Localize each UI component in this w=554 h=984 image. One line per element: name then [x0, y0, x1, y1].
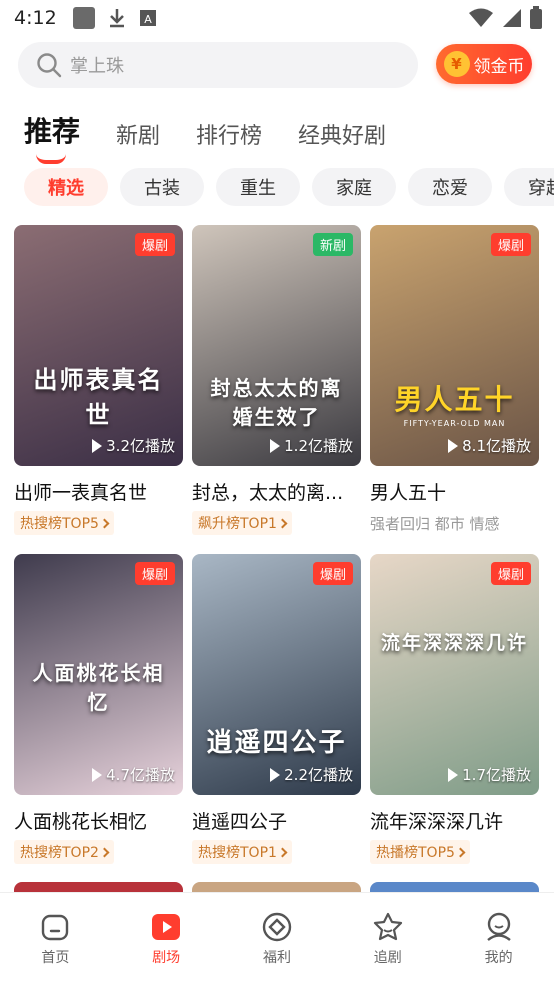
rank-tag[interactable]: 热搜榜TOP5 — [14, 511, 114, 535]
hot-badge: 爆剧 — [490, 562, 531, 585]
poster-title: 出师表真名世 — [33, 366, 164, 429]
tab-recommend[interactable]: 推荐 — [24, 110, 80, 164]
nav-follow[interactable]: 追剧 — [343, 911, 433, 967]
poster-image[interactable]: 人面桃花长相忆 爆剧 4.7亿播放 — [14, 554, 183, 795]
nav-home[interactable]: 首页 — [10, 911, 100, 967]
play-count: 4.7亿播放 — [92, 764, 175, 785]
welfare-icon — [262, 912, 292, 941]
play-icon — [448, 438, 459, 453]
poster-title: 流年深深深几许 — [380, 632, 528, 654]
rank-tag[interactable]: 热播榜TOP5 — [370, 840, 470, 864]
chevron-right-icon — [99, 518, 110, 528]
tab-ranking[interactable]: 排行榜 — [196, 118, 262, 150]
drama-card[interactable]: 人面桃花长相忆 爆剧 4.7亿播放 人面桃花长相忆 热搜榜TOP2 — [14, 554, 183, 864]
drama-title[interactable]: 封总，太太的离... — [192, 478, 361, 505]
status-bar: 4:12 A — [0, 0, 554, 36]
drama-title[interactable]: 男人五十 — [370, 478, 539, 505]
status-time: 4:12 — [14, 7, 57, 29]
chevron-right-icon — [277, 518, 288, 528]
search-placeholder: 掌上珠 — [70, 56, 124, 77]
tab-classic[interactable]: 经典好剧 — [298, 118, 386, 150]
battery-icon — [530, 6, 542, 29]
search-input[interactable]: 掌上珠 — [18, 42, 418, 88]
nav-profile[interactable]: 我的 — [454, 911, 544, 967]
drama-card[interactable]: 出师表真名世 爆剧 3.2亿播放 出师一表真名世 热搜榜TOP5 — [14, 225, 183, 535]
wifi-icon — [469, 8, 493, 27]
new-badge: 新剧 — [312, 233, 353, 256]
chip-costume[interactable]: 古装 — [120, 168, 204, 206]
chip-rebirth[interactable]: 重生 — [216, 168, 300, 206]
coin-icon: ¥ — [443, 51, 470, 77]
hot-badge: 爆剧 — [490, 233, 531, 256]
active-tab-indicator — [36, 154, 66, 164]
poster-title: 人面桃花长相忆 — [32, 661, 165, 714]
gallery-icon — [72, 7, 95, 29]
poster-image[interactable]: 逍遥四公子 爆剧 2.2亿播放 — [192, 554, 361, 795]
chevron-right-icon — [277, 847, 288, 857]
theater-icon — [152, 913, 181, 940]
rank-tag[interactable]: 热搜榜TOP2 — [14, 840, 114, 864]
hot-badge: 爆剧 — [312, 562, 353, 585]
play-icon — [92, 767, 103, 782]
top-tabs: 推荐 新剧 排行榜 经典好剧 — [24, 110, 386, 164]
chip-time-travel[interactable]: 穿越 — [504, 168, 554, 206]
genre-tags: 强者回归 都市 情感 — [370, 515, 500, 533]
poster-image[interactable]: 封总太太的离婚生效了 新剧 1.2亿播放 — [192, 225, 361, 466]
hot-badge: 爆剧 — [134, 233, 175, 256]
poster-image[interactable]: 流年深深深几许 爆剧 1.7亿播放 — [370, 554, 539, 795]
claim-coins-label: 领金币 — [473, 56, 525, 77]
search-row: 掌上珠 ¥ 领金币 — [18, 42, 538, 88]
search-icon — [37, 53, 62, 78]
poster-image[interactable]: 出师表真名世 爆剧 3.2亿播放 — [14, 225, 183, 466]
drama-title[interactable]: 出师一表真名世 — [14, 478, 183, 505]
hot-badge: 爆剧 — [134, 562, 175, 585]
play-icon — [448, 767, 459, 782]
claim-coins-button[interactable]: ¥ 领金币 — [436, 44, 532, 84]
rank-tag[interactable]: 热搜榜TOP1 — [192, 840, 292, 864]
drama-title[interactable]: 流年深深深几许 — [370, 807, 539, 834]
chip-featured[interactable]: 精选 — [24, 168, 108, 206]
poster-title: 男人五十 — [394, 383, 515, 416]
bottom-nav: 首页 剧场 福利 追剧 我的 — [0, 892, 554, 984]
play-icon — [270, 438, 281, 453]
play-count: 3.2亿播放 — [92, 435, 175, 456]
tab-new[interactable]: 新剧 — [116, 118, 160, 150]
play-count: 1.2亿播放 — [270, 435, 353, 456]
play-icon — [92, 438, 103, 453]
category-chips: 精选 古装 重生 家庭 恋爱 穿越 — [24, 168, 554, 206]
profile-icon — [486, 912, 511, 941]
drama-card[interactable]: 流年深深深几许 爆剧 1.7亿播放 流年深深深几许 热播榜TOP5 — [370, 554, 539, 864]
chevron-right-icon — [99, 847, 110, 857]
drama-card[interactable]: 逍遥四公子 爆剧 2.2亿播放 逍遥四公子 热搜榜TOP1 — [192, 554, 361, 864]
signal-icon — [503, 9, 521, 27]
poster-title: 封总太太的离婚生效了 — [210, 376, 343, 429]
drama-card[interactable]: 封总太太的离婚生效了 新剧 1.2亿播放 封总，太太的离... 飙升榜TOP1 — [192, 225, 361, 535]
rank-tag[interactable]: 飙升榜TOP1 — [192, 511, 292, 535]
poster-image[interactable]: 男人五十 FIFTY-YEAR-OLD MAN 爆剧 8.1亿播放 — [370, 225, 539, 466]
play-count: 2.2亿播放 — [270, 764, 353, 785]
drama-title[interactable]: 人面桃花长相忆 — [14, 807, 183, 834]
drama-title[interactable]: 逍遥四公子 — [192, 807, 361, 834]
drama-card[interactable]: 男人五十 FIFTY-YEAR-OLD MAN 爆剧 8.1亿播放 男人五十 强… — [370, 225, 539, 534]
home-icon — [42, 914, 69, 940]
app-icon: A — [139, 10, 156, 26]
play-icon — [270, 767, 281, 782]
nav-theater[interactable]: 剧场 — [121, 911, 211, 967]
chevron-right-icon — [455, 847, 466, 857]
play-count: 8.1亿播放 — [448, 435, 531, 456]
download-icon — [109, 9, 124, 28]
svg-text:A: A — [144, 13, 152, 26]
play-count: 1.7亿播放 — [448, 764, 531, 785]
poster-title: 逍遥四公子 — [206, 728, 347, 758]
chip-family[interactable]: 家庭 — [312, 168, 396, 206]
follow-icon — [373, 912, 402, 940]
chip-romance[interactable]: 恋爱 — [408, 168, 492, 206]
nav-welfare[interactable]: 福利 — [232, 911, 322, 967]
poster-subtitle: FIFTY-YEAR-OLD MAN — [403, 419, 506, 428]
